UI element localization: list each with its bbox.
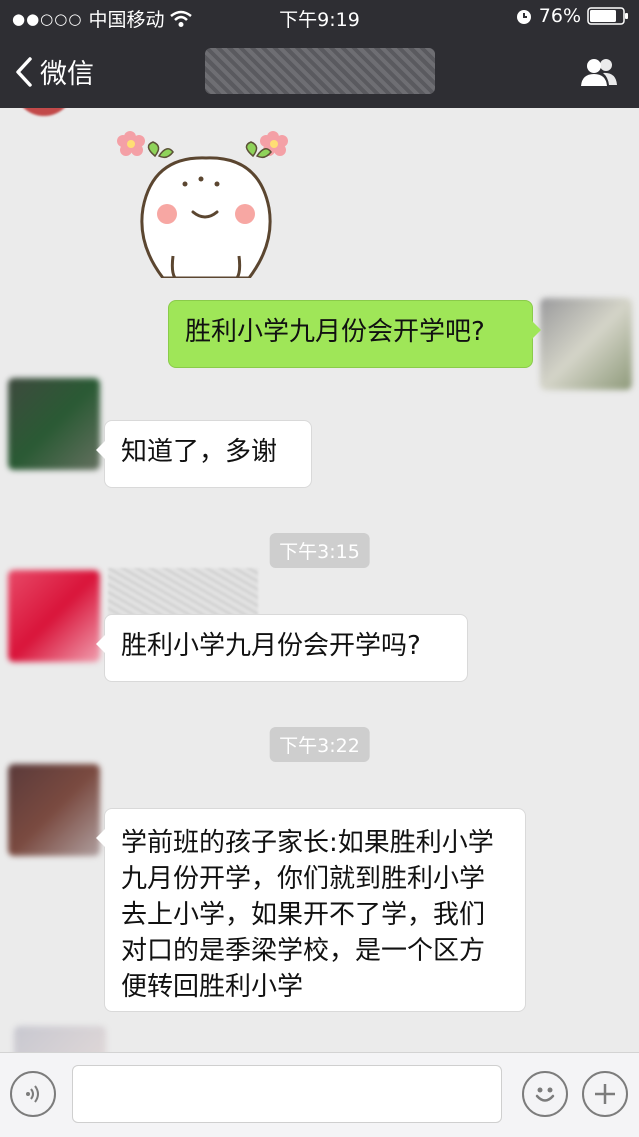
message-timestamp: 下午3:15	[269, 533, 370, 568]
sender-name-redacted	[108, 568, 258, 618]
status-bar: ●●○○○ 中国移动 下午9:19 76%	[0, 0, 639, 34]
avatar[interactable]	[14, 1026, 106, 1052]
nav-bar: 微信	[0, 34, 639, 108]
battery-percent: 76%	[538, 5, 581, 27]
avatar[interactable]	[8, 570, 100, 662]
smiling-bun-sticker[interactable]	[115, 126, 295, 280]
add-button[interactable]	[582, 1071, 628, 1117]
sticker-image	[117, 131, 288, 280]
avatar[interactable]	[14, 108, 74, 116]
message-bubble-incoming[interactable]: 胜利小学九月份会开学吗?	[96, 614, 468, 682]
message-input[interactable]	[72, 1065, 502, 1123]
emoji-icon	[535, 1087, 555, 1102]
back-button[interactable]: 微信	[14, 52, 94, 91]
back-label: 微信	[40, 59, 94, 90]
message-timestamp: 下午3:22	[269, 727, 370, 762]
chat-area[interactable]: 胜利小学九月份会开学吧? 知道了，多谢 下午3:15 胜利小学九月份会开学吗? …	[0, 108, 639, 1052]
voice-button[interactable]	[10, 1071, 56, 1117]
emoji-button[interactable]	[522, 1071, 568, 1117]
message-text: 胜利小学九月份会开学吗?	[121, 631, 421, 661]
chevron-left-icon	[16, 56, 32, 87]
alarm-icon	[516, 10, 531, 24]
status-time: 下午9:19	[279, 9, 360, 31]
avatar[interactable]	[540, 298, 632, 390]
message-bubble-outgoing[interactable]: 胜利小学九月份会开学吧?	[168, 300, 541, 368]
contacts-icon[interactable]	[579, 56, 619, 88]
input-bar	[0, 1052, 639, 1137]
message-text: 知道了，多谢	[121, 437, 278, 467]
plus-icon	[595, 1084, 615, 1104]
chat-title-redacted	[205, 48, 435, 94]
avatar[interactable]	[8, 378, 100, 470]
message-text: 学前班的孩子家长:如果胜利小学九月份开学，你们就到胜利小学去上小学，如果开不了学…	[121, 828, 494, 1002]
battery-icon	[587, 7, 628, 25]
message-bubble-incoming[interactable]: 知道了，多谢	[96, 420, 312, 488]
avatar[interactable]	[8, 764, 100, 856]
message-text: 胜利小学九月份会开学吧?	[185, 317, 485, 347]
voice-icon	[26, 1085, 39, 1103]
message-bubble-incoming[interactable]: 学前班的孩子家长:如果胜利小学九月份开学，你们就到胜利小学去上小学，如果开不了学…	[96, 808, 526, 1012]
